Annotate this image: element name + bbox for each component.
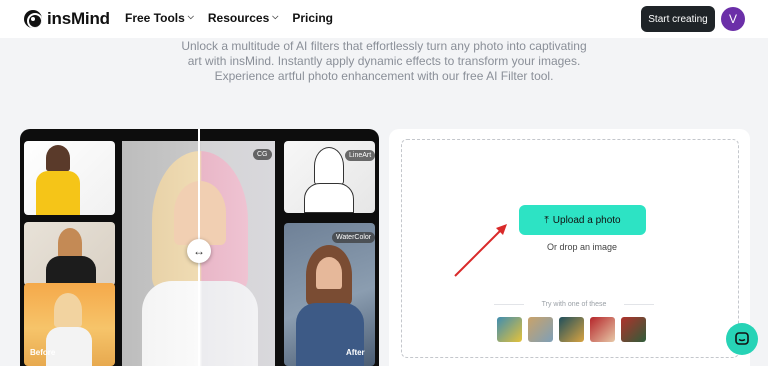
tag-lineart: LineArt [345, 150, 376, 161]
compare-handle-icon[interactable]: ↔ [187, 239, 211, 263]
chevron-down-icon: ⌵ [272, 12, 279, 21]
image-dropzone[interactable]: ⤒ Upload a photo Or drop an image Try wi… [401, 139, 739, 358]
upload-button-label: Upload a photo [552, 214, 621, 226]
brand-logo[interactable]: insMind [24, 9, 110, 29]
chat-icon [735, 332, 749, 345]
main-nav: Free Tools ⌵ Resources ⌵ Pricing [125, 11, 333, 25]
nav-resources[interactable]: Resources ⌵ [208, 11, 278, 25]
sample-images [497, 317, 646, 342]
try-divider-right [624, 304, 654, 305]
after-label: After [346, 348, 365, 357]
example-photo-black-top [24, 222, 115, 286]
top-navbar: insMind Free Tools ⌵ Resources ⌵ Pricing… [0, 0, 768, 38]
nav-free-tools[interactable]: Free Tools ⌵ [125, 11, 194, 25]
drop-image-text: Or drop an image [546, 242, 618, 252]
nav-free-tools-label: Free Tools [125, 11, 185, 25]
chat-support-button[interactable] [726, 323, 758, 355]
sample-image[interactable] [621, 317, 646, 342]
start-creating-button[interactable]: Start creating [641, 6, 715, 32]
logo-text: insMind [47, 9, 110, 28]
tag-cg: CG [253, 149, 272, 160]
nav-resources-label: Resources [207, 11, 270, 25]
example-photo-yellow-top [24, 141, 115, 215]
before-label: Before [30, 348, 56, 357]
nav-pricing[interactable]: Pricing [292, 11, 333, 25]
sample-image[interactable] [590, 317, 615, 342]
page-description: Unlock a multitude of AI filters that ef… [181, 39, 587, 83]
filter-showcase: ↔ CG LineArt WaterColor Before After [20, 129, 379, 366]
nav-pricing-label: Pricing [292, 11, 334, 25]
tag-watercolor: WaterColor [332, 232, 376, 243]
logo-icon [24, 10, 42, 28]
sample-image[interactable] [528, 317, 553, 342]
sample-image[interactable] [497, 317, 522, 342]
upload-photo-button[interactable]: ⤒ Upload a photo [519, 205, 646, 235]
upload-panel: ⤒ Upload a photo Or drop an image Try wi… [389, 129, 750, 366]
user-avatar[interactable]: V [721, 7, 745, 31]
watercolor-result [284, 223, 375, 366]
chevron-down-icon: ⌵ [187, 12, 194, 21]
sample-image[interactable] [559, 317, 584, 342]
upload-icon: ⤒ [544, 214, 549, 226]
